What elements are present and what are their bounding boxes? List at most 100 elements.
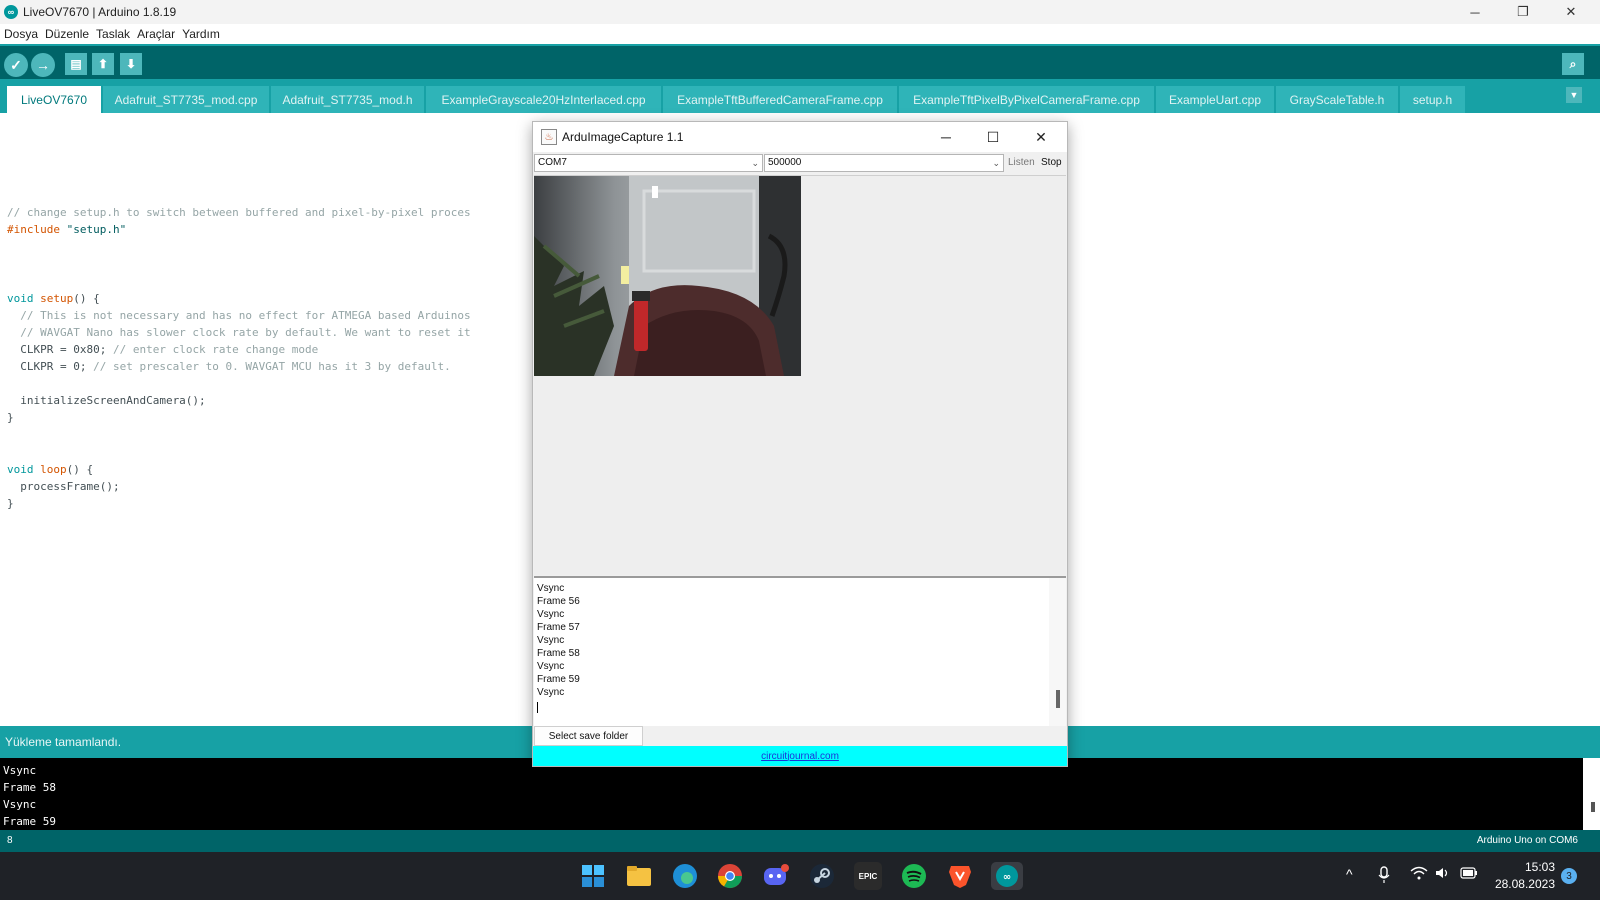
capture-footer: circuitjournal.com bbox=[533, 746, 1067, 766]
window-title: LiveOV7670 | Arduino 1.8.19 bbox=[23, 5, 177, 19]
tab-example-uart[interactable]: ExampleUart.cpp bbox=[1156, 86, 1274, 113]
code-line: void setup() { bbox=[7, 290, 100, 307]
code-text: } bbox=[7, 497, 14, 510]
tab-menu-icon[interactable]: ▼ bbox=[1566, 87, 1582, 103]
com-port-select[interactable]: COM7 ⌄ bbox=[534, 154, 763, 172]
com-port-value: COM7 bbox=[538, 157, 567, 168]
upload-button[interactable]: → bbox=[31, 53, 55, 77]
code-line: CLKPR = 0; // set prescaler to 0. WAVGAT… bbox=[7, 358, 451, 375]
volume-icon[interactable] bbox=[1435, 866, 1451, 883]
line-number: 8 bbox=[7, 835, 13, 846]
clock-time[interactable]: 15:03 bbox=[1495, 860, 1555, 874]
tab-example-grayscale[interactable]: ExampleGrayscale20HzInterlaced.cpp bbox=[426, 86, 661, 113]
code-line: void loop() { bbox=[7, 461, 93, 478]
microphone-icon[interactable] bbox=[1378, 866, 1390, 887]
chevron-down-icon: ⌄ bbox=[751, 158, 759, 168]
open-sketch-button[interactable]: ⬆ bbox=[92, 53, 114, 75]
bottom-status-bar: 8 Arduino Uno on COM6 bbox=[0, 830, 1600, 852]
edge-icon[interactable] bbox=[671, 862, 699, 890]
serial-monitor-button[interactable]: ⌕ bbox=[1562, 53, 1584, 75]
tab-adafruit-st7735-mod-cpp[interactable]: Adafruit_ST7735_mod.cpp bbox=[103, 86, 269, 113]
menu-tools[interactable]: Araçlar bbox=[137, 27, 175, 41]
taskbar: EPIC ∞ ^ 15:03 28.08.2023 3 bbox=[0, 852, 1600, 900]
new-sketch-button[interactable]: ▤ bbox=[65, 53, 87, 75]
menu-bar: Dosya Düzenle Taslak Araçlar Yardım bbox=[0, 24, 1600, 44]
verify-button[interactable]: ✓ bbox=[4, 53, 28, 77]
capture-close-button[interactable]: ✕ bbox=[1026, 126, 1056, 148]
log-line: Frame 56 bbox=[537, 596, 580, 607]
menu-file[interactable]: Dosya bbox=[4, 27, 38, 41]
menu-edit[interactable]: Düzenle bbox=[45, 27, 89, 41]
toolbar: ✓ → ▤ ⬆ ⬇ ⌕ bbox=[0, 44, 1600, 79]
console-scrollbar[interactable] bbox=[1583, 758, 1600, 830]
code-comment: // WAVGAT Nano has slower clock rate by … bbox=[7, 326, 471, 339]
clock-date[interactable]: 28.08.2023 bbox=[1491, 877, 1555, 891]
epic-games-icon[interactable]: EPIC bbox=[854, 862, 882, 890]
capture-controls: COM7 ⌄ 500000 ⌄ Listen Stop bbox=[533, 152, 1067, 174]
code-function: setup bbox=[33, 292, 74, 305]
console-output[interactable]: Vsync Frame 58 Vsync Frame 59 bbox=[0, 758, 1600, 830]
capture-maximize-button[interactable]: ☐ bbox=[978, 126, 1008, 148]
stop-button[interactable]: Stop bbox=[1041, 157, 1062, 168]
listen-button[interactable]: Listen bbox=[1008, 157, 1035, 168]
capture-minimize-button[interactable]: ─ bbox=[931, 126, 961, 148]
wifi-icon[interactable] bbox=[1410, 866, 1428, 883]
minimize-button[interactable]: ─ bbox=[1452, 0, 1498, 24]
baud-rate-select[interactable]: 500000 ⌄ bbox=[764, 154, 1004, 172]
log-line: Frame 59 bbox=[537, 674, 580, 685]
code-keyword: void bbox=[7, 463, 34, 476]
menu-help[interactable]: Yardım bbox=[182, 27, 220, 41]
steam-icon[interactable] bbox=[808, 862, 836, 890]
status-message: Yükleme tamamlandı. bbox=[5, 735, 122, 749]
close-button[interactable]: ✕ bbox=[1548, 0, 1594, 24]
log-scrollbar[interactable] bbox=[1049, 578, 1066, 726]
code-comment: // set prescaler to 0. WAVGAT MCU has it… bbox=[93, 360, 451, 373]
log-line: Vsync bbox=[537, 661, 565, 672]
spotify-icon[interactable] bbox=[900, 862, 928, 890]
code-line: #include "setup.h" bbox=[7, 221, 126, 238]
window-titlebar: ∞ LiveOV7670 | Arduino 1.8.19 ─ ❐ ✕ bbox=[0, 0, 1600, 24]
text-caret bbox=[537, 702, 538, 713]
notification-badge[interactable]: 3 bbox=[1561, 868, 1577, 884]
log-line: Vsync bbox=[537, 687, 565, 698]
select-save-folder-button[interactable]: Select save folder bbox=[534, 726, 643, 746]
log-scroll-thumb[interactable] bbox=[1056, 690, 1060, 708]
console-line: Vsync bbox=[3, 798, 37, 811]
code-line: // change setup.h to switch between buff… bbox=[7, 204, 471, 221]
show-hidden-icons-icon[interactable]: ^ bbox=[1346, 866, 1353, 882]
arduino-logo-icon: ∞ bbox=[4, 5, 18, 19]
tab-example-tft-buffered[interactable]: ExampleTftBufferedCameraFrame.cpp bbox=[663, 86, 897, 113]
console-line: Vsync bbox=[3, 764, 37, 777]
code-comment: // enter clock rate change mode bbox=[112, 343, 319, 356]
chrome-icon[interactable] bbox=[716, 862, 744, 890]
windows-start-icon[interactable] bbox=[579, 862, 607, 890]
tab-adafruit-st7735-mod-h[interactable]: Adafruit_ST7735_mod.h bbox=[271, 86, 424, 113]
circuitjournal-link[interactable]: circuitjournal.com bbox=[761, 751, 839, 762]
chevron-down-icon: ⌄ bbox=[992, 158, 1000, 168]
discord-icon[interactable] bbox=[762, 862, 790, 890]
console-line: Frame 59 bbox=[3, 815, 56, 828]
restore-button[interactable]: ❐ bbox=[1500, 0, 1546, 24]
tab-liveov7670[interactable]: LiveOV7670 bbox=[7, 86, 101, 113]
code-line: processFrame(); bbox=[7, 478, 120, 495]
capture-log[interactable]: Vsync Frame 56 Vsync Frame 57 Vsync Fram… bbox=[534, 576, 1066, 726]
board-port-info: Arduino Uno on COM6 bbox=[1476, 835, 1578, 846]
tab-grayscale-table[interactable]: GrayScaleTable.h bbox=[1276, 86, 1398, 113]
code-keyword: void bbox=[7, 292, 34, 305]
save-sketch-button[interactable]: ⬇ bbox=[120, 53, 142, 75]
code-keyword: #include bbox=[7, 223, 60, 236]
log-line: Frame 57 bbox=[537, 622, 580, 633]
file-explorer-icon[interactable] bbox=[625, 862, 653, 890]
tab-setup-h[interactable]: setup.h bbox=[1400, 86, 1465, 113]
brave-icon[interactable] bbox=[946, 862, 974, 890]
code-text: processFrame(); bbox=[7, 480, 120, 493]
battery-icon[interactable] bbox=[1460, 866, 1478, 882]
arduino-icon[interactable]: ∞ bbox=[991, 862, 1023, 890]
tab-example-tft-pixel[interactable]: ExampleTftPixelByPixelCameraFrame.cpp bbox=[899, 86, 1154, 113]
java-app-icon: ♨ bbox=[541, 129, 557, 145]
code-line: initializeScreenAndCamera(); bbox=[7, 392, 205, 409]
arduimagecapture-window: ♨ ArduImageCapture 1.1 ─ ☐ ✕ COM7 ⌄ 5000… bbox=[532, 121, 1068, 767]
code-text: } bbox=[7, 411, 14, 424]
menu-sketch[interactable]: Taslak bbox=[96, 27, 130, 41]
console-scroll-thumb[interactable] bbox=[1591, 802, 1595, 812]
